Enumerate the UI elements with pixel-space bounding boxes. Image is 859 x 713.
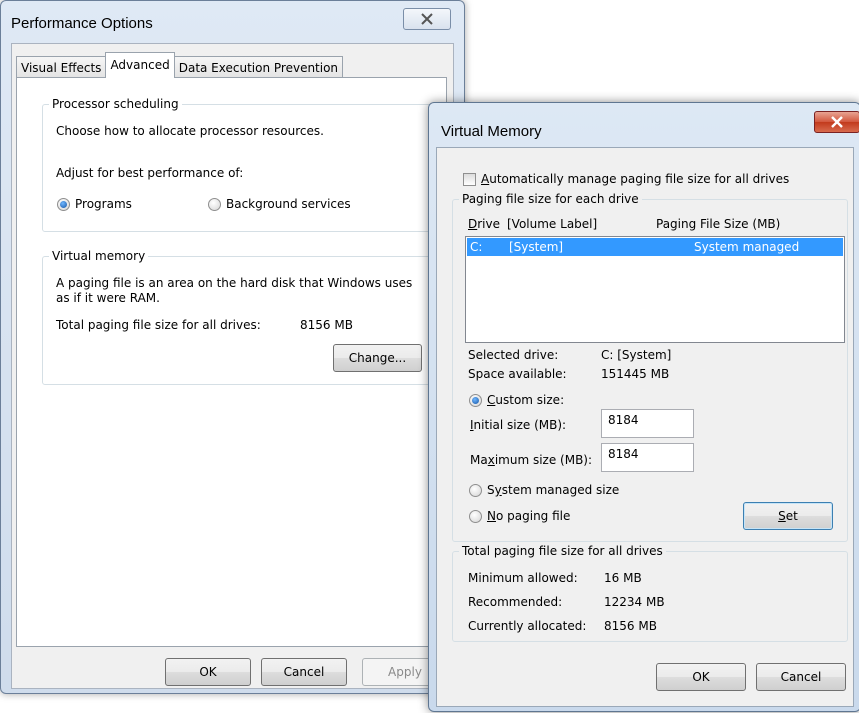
ok-button[interactable]: OK (165, 658, 251, 686)
system-pre: S (487, 483, 495, 497)
maximum-size-input[interactable]: 8184 (601, 443, 694, 472)
processor-description: Choose how to allocate processor resourc… (56, 124, 324, 138)
total-paging-label: Total paging file size for all drives: (56, 318, 261, 332)
initial-size-label: Initial size (MB): (470, 418, 566, 432)
tab-strip: Visual Effects Advanced Data Execution P… (16, 52, 344, 78)
currently-allocated-value: 8156 MB (604, 619, 657, 633)
currently-allocated-label: Currently allocated: (468, 619, 587, 633)
recommended-label: Recommended: (468, 595, 563, 609)
processor-scheduling-group: Processor scheduling (42, 97, 439, 232)
column-header-paging-size: Paging File Size (MB) (656, 217, 781, 231)
set-text: et (785, 509, 798, 523)
close-button[interactable] (814, 111, 859, 133)
minimum-allowed-value: 16 MB (604, 571, 642, 585)
drives-list[interactable]: C: [System] System managed (465, 236, 845, 343)
auto-manage-label[interactable]: Automatically manage paging file size fo… (481, 172, 789, 186)
set-button[interactable]: Set (743, 502, 833, 530)
column-header-volume-label: [Volume Label] (507, 217, 598, 231)
tab-data-execution-prevention[interactable]: Data Execution Prevention (173, 56, 344, 78)
background-services-label[interactable]: Background services (226, 197, 351, 211)
cancel-button[interactable]: Cancel (261, 658, 347, 686)
custom-size-radio[interactable] (469, 394, 482, 407)
drive-text: rive (477, 217, 501, 231)
set-accel: S (778, 509, 786, 523)
space-available-value: 151445 MB (601, 367, 670, 381)
window-title: Performance Options (11, 15, 153, 32)
vm-ok-button[interactable]: OK (656, 663, 746, 691)
maximum-text: imum size (MB): (494, 453, 593, 467)
auto-manage-checkbox[interactable] (463, 173, 476, 186)
no-paging-text: o paging file (495, 509, 571, 523)
tab-visual-effects[interactable]: Visual Effects (16, 56, 107, 78)
space-available-label: Space available: (468, 367, 567, 381)
system-managed-label[interactable]: System managed size (487, 483, 619, 497)
totals-legend: Total paging file size for all drives (462, 544, 663, 558)
selected-drive-label: Selected drive: (468, 348, 559, 362)
minimum-allowed-label: Minimum allowed: (468, 571, 578, 585)
drive-letter: C: (470, 240, 483, 254)
total-paging-value: 8156 MB (300, 318, 353, 332)
virtual-memory-legend: Virtual memory (52, 249, 146, 263)
tab-advanced[interactable]: Advanced (105, 52, 175, 78)
no-paging-file-label[interactable]: No paging file (487, 509, 570, 523)
no-paging-accel: N (487, 509, 496, 523)
drives-legend: Paging file size for each drive (462, 192, 639, 206)
drive-volume-label: [System] (509, 240, 564, 254)
close-icon (421, 13, 433, 25)
close-button[interactable] (403, 8, 451, 30)
auto-manage-accel: A (481, 172, 490, 186)
auto-manage-text: utomatically manage paging file size for… (489, 172, 790, 186)
adjust-label: Adjust for best performance of: (56, 166, 244, 180)
maximum-accel: x (487, 453, 495, 467)
recommended-value: 12234 MB (604, 595, 665, 609)
no-paging-file-radio[interactable] (469, 510, 482, 523)
maximum-size-label: Maximum size (MB): (470, 453, 592, 467)
virtual-memory-description-line1: A paging file is an area on the hard dis… (56, 276, 413, 290)
system-managed-radio[interactable] (469, 484, 482, 497)
change-button[interactable]: Change... (333, 344, 422, 372)
custom-size-label[interactable]: Custom size: (487, 393, 564, 407)
system-text: stem managed size (501, 483, 620, 497)
advanced-tab-page: Processor scheduling Choose how to alloc… (16, 77, 447, 647)
vm-cancel-button[interactable]: Cancel (756, 663, 846, 691)
column-header-drive: Drive (468, 217, 500, 231)
virtual-memory-description-line2: as if it were RAM. (56, 291, 160, 305)
system-accel: y (494, 483, 502, 497)
initial-text: nitial size (MB): (473, 418, 567, 432)
drive-paging-size: System managed (694, 240, 800, 254)
processor-scheduling-legend: Processor scheduling (52, 97, 179, 111)
programs-label[interactable]: Programs (75, 197, 132, 211)
selected-drive-value: C: [System] (601, 348, 672, 362)
close-icon (831, 116, 843, 128)
drive-row-c[interactable]: C: [System] System managed (467, 238, 843, 256)
window-title: Virtual Memory (441, 123, 542, 140)
initial-size-input[interactable]: 8184 (601, 409, 694, 438)
custom-text: ustom size: (495, 393, 565, 407)
programs-radio[interactable] (57, 198, 70, 211)
drive-accel: D (468, 217, 478, 231)
background-services-radio[interactable] (208, 198, 221, 211)
maximum-pre: Ma (470, 453, 488, 467)
